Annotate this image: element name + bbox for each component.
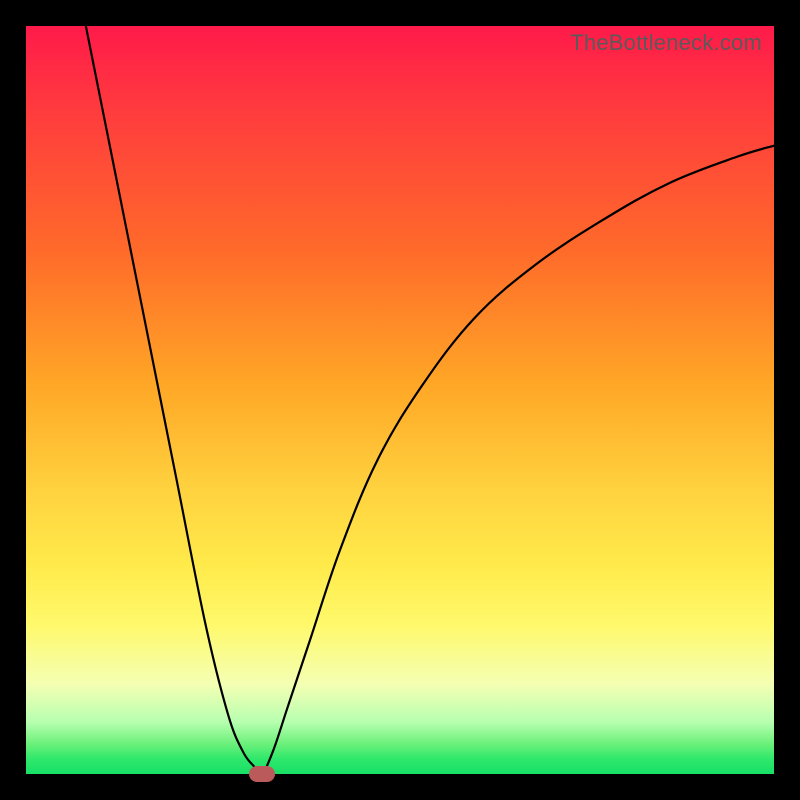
curve-path — [86, 26, 774, 775]
minimum-marker — [249, 766, 275, 782]
bottleneck-curve — [26, 26, 774, 774]
chart-frame: TheBottleneck.com — [0, 0, 800, 800]
plot-area: TheBottleneck.com — [26, 26, 774, 774]
